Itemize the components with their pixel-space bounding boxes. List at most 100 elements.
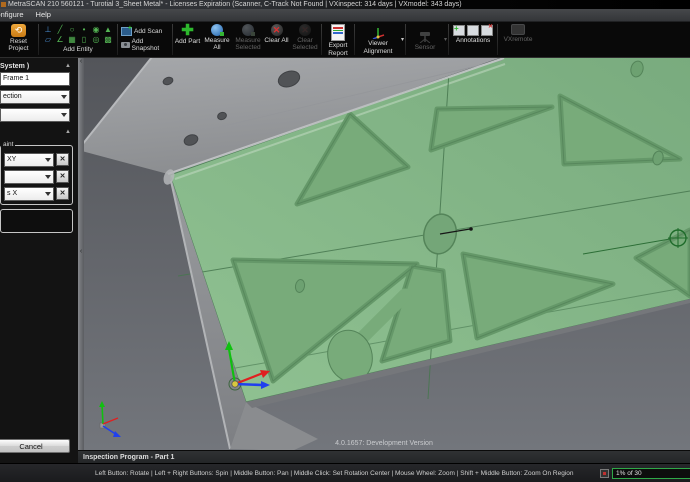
coordinate-system-header[interactable]: System ) ▲: [0, 60, 78, 72]
measure-all-button[interactable]: Measure All: [201, 22, 233, 57]
entity-grid-icon[interactable]: ▦: [66, 35, 78, 45]
chevron-down-icon: ▾: [444, 37, 448, 43]
remove-constraint-button[interactable]: ✕: [56, 187, 69, 200]
toolbar-separator: [321, 24, 322, 55]
menu-bar: Configure Help: [0, 9, 690, 22]
reset-project-button[interactable]: ⟲ Reset Project: [0, 22, 37, 57]
collapse-chevron-icon[interactable]: ▲: [65, 63, 71, 69]
chevron-down-icon: [61, 95, 67, 99]
memory-usage-badge: 1% of 30: [612, 467, 690, 479]
export-report-icon: [331, 24, 345, 42]
toolbar-separator: [354, 24, 355, 55]
left-properties-panel: System ) ▲ Frame 1 ection ▲ aint XY ✕ ✕ …: [0, 58, 78, 463]
add-scan-icon: [121, 25, 132, 36]
viewport-column: ‹ ‹ 4.0.1657: Development Version Inspec…: [78, 58, 690, 463]
entity-torus-icon[interactable]: ◎: [90, 35, 102, 45]
entity-point-icon[interactable]: •: [78, 25, 90, 35]
sensor-icon: [419, 31, 431, 43]
remove-constraint-button[interactable]: ✕: [56, 170, 69, 183]
constraint-row: ✕: [4, 170, 69, 184]
entity-cylinder-icon[interactable]: ▯: [78, 35, 90, 45]
clear-all-button[interactable]: ✕ Clear All: [263, 22, 290, 57]
sensor-split-button: Sensor ▾: [407, 22, 447, 57]
collapse-left-icon[interactable]: ‹: [78, 58, 84, 65]
constraint-row: XY ✕: [4, 153, 69, 167]
add-snapshot-icon: [121, 42, 130, 48]
remove-constraint-button[interactable]: ✕: [56, 153, 69, 166]
collapse-left-icon[interactable]: ‹: [78, 248, 84, 255]
collapse-chevron-icon[interactable]: ▲: [65, 129, 71, 135]
constraint-dropdown-3[interactable]: s X: [4, 187, 54, 201]
entity-coordinate-system-icon[interactable]: ⊥: [42, 25, 54, 35]
measure-all-icon: [211, 24, 224, 36]
vxremote-button: VXremote: [499, 22, 537, 57]
entity-circle-icon[interactable]: ○: [66, 25, 78, 35]
constraint-groupbox: aint XY ✕ ✕ s X ✕: [0, 141, 73, 205]
viewer-alignment-icon: [372, 28, 385, 40]
toolbar-separator: [172, 24, 173, 55]
chevron-down-icon[interactable]: ▾: [401, 36, 404, 43]
chevron-down-icon: [61, 113, 67, 117]
constraint-row: s X ✕: [4, 187, 69, 201]
measure-selected-icon: [242, 24, 255, 36]
measure-selected-button: Measure Selected: [233, 22, 263, 57]
connection-status-icon: [600, 468, 609, 478]
entity-ellipse-icon[interactable]: ◉: [90, 25, 102, 35]
chevron-down-icon: [45, 192, 51, 196]
3d-viewport[interactable]: ‹ ‹ 4.0.1657: Development Version: [78, 58, 690, 451]
version-watermark: 4.0.1657: Development Version: [335, 440, 433, 448]
secondary-dropdown[interactable]: [0, 108, 70, 122]
reset-project-icon: ⟲: [11, 24, 26, 37]
add-annotation-icon[interactable]: [453, 24, 466, 36]
chevron-down-icon: [45, 175, 51, 179]
viewer-alignment-split-button[interactable]: Viewer Alignment ▾: [356, 22, 404, 57]
chevron-down-icon: [45, 158, 51, 162]
add-snapshot-button[interactable]: Add Snapshot: [121, 38, 171, 52]
app-icon: [1, 2, 6, 7]
cancel-button[interactable]: Cancel: [0, 439, 70, 453]
annotation-icon[interactable]: [467, 25, 480, 36]
panel-splitter[interactable]: ‹ ‹: [78, 58, 84, 451]
tab-inspection-program[interactable]: Inspection Program - Part 1: [78, 454, 174, 461]
menu-help[interactable]: Help: [30, 9, 57, 21]
main-area: System ) ▲ Frame 1 ection ▲ aint XY ✕ ✕ …: [0, 58, 690, 463]
frame-name-field[interactable]: Frame 1: [0, 72, 70, 86]
entity-cone-icon[interactable]: ▲: [102, 25, 114, 35]
toolbar-separator: [405, 24, 407, 55]
toolbar-separator: [38, 24, 39, 55]
comment-box[interactable]: [0, 209, 73, 233]
add-entity-group[interactable]: ⊥ ╱ ○ • ◉ ▲ ▱ ∠ ▦ ▯ ◎ ▩ Add Entity: [40, 22, 116, 57]
add-part-button[interactable]: ✚ Add Part: [174, 22, 201, 57]
annotations-label: Annotations: [455, 37, 491, 44]
add-scan-button[interactable]: Add Scan: [121, 24, 171, 38]
mouse-hints: Left Button: Rotate | Left + Right Butto…: [95, 469, 574, 477]
entity-angle-icon[interactable]: ∠: [54, 35, 66, 45]
toolbar: ⟲ Reset Project ⊥ ╱ ○ • ◉ ▲ ▱ ∠ ▦ ▯ ◎ ▩ …: [0, 22, 690, 58]
status-bar: Left Button: Rotate | Left + Right Butto…: [0, 463, 690, 482]
entity-mesh-icon[interactable]: ▩: [102, 35, 114, 45]
add-entity-label: Add Entity: [63, 46, 93, 53]
vxremote-icon: [511, 24, 526, 35]
menu-configure[interactable]: Configure: [0, 9, 30, 21]
title-bar: MetraSCAN 210 560121 - Turotial 3_Sheet …: [0, 0, 690, 9]
toolbar-separator: [497, 24, 499, 55]
toolbar-separator: [117, 24, 118, 55]
document-tab-bar: Inspection Program - Part 1: [78, 450, 690, 463]
constraint-dropdown-1[interactable]: XY: [4, 153, 54, 167]
entity-line-icon[interactable]: ╱: [54, 25, 66, 35]
direction-dropdown[interactable]: ection: [0, 90, 70, 104]
clear-all-icon: ✕: [270, 24, 283, 36]
clear-selected-button: ✕ Clear Selected: [292, 24, 318, 52]
scan-snapshot-group: Add Scan Add Snapshot: [119, 22, 171, 57]
export-report-button[interactable]: Export Report: [323, 22, 353, 57]
delete-annotation-icon[interactable]: [481, 24, 494, 36]
toolbar-separator: [448, 24, 450, 55]
clear-selected-icon: ✕: [299, 24, 311, 36]
entity-plane-icon[interactable]: ▱: [42, 35, 54, 45]
window-title: MetraSCAN 210 560121 - Turotial 3_Sheet …: [8, 1, 462, 8]
add-part-icon: ✚: [181, 22, 194, 39]
constraint-section-header[interactable]: ▲: [0, 126, 78, 138]
constraint-dropdown-2[interactable]: [4, 170, 54, 184]
annotations-group: Annotations: [450, 22, 496, 57]
3d-scene[interactable]: [78, 58, 690, 451]
